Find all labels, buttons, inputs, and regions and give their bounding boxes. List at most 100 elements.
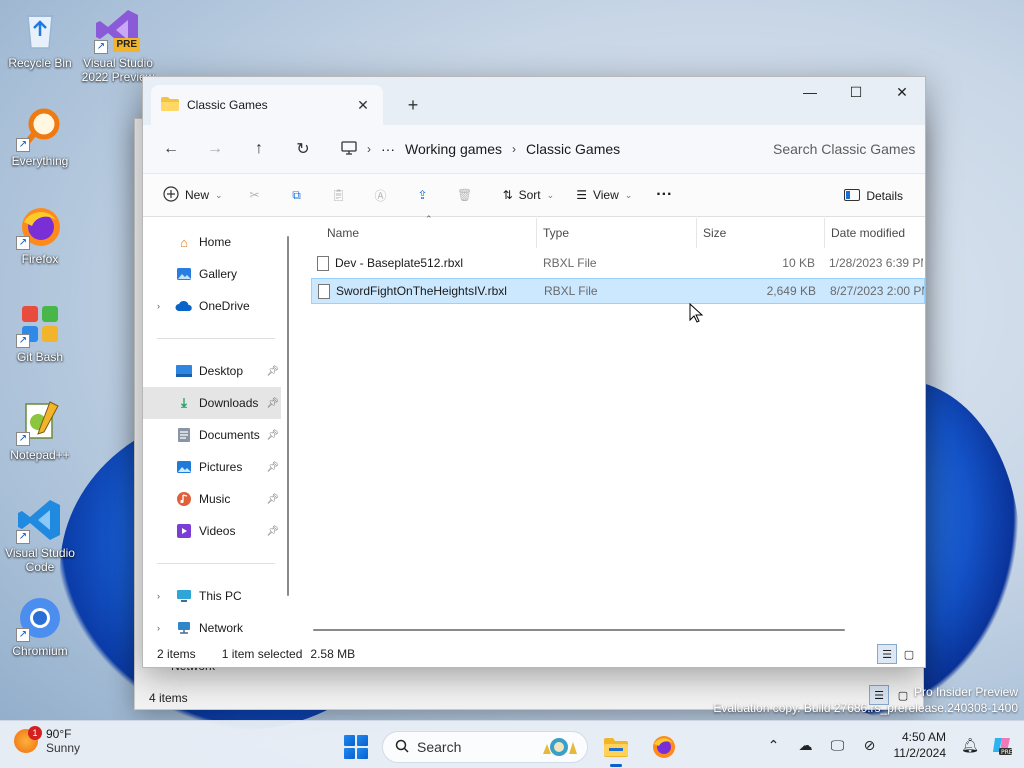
back-arrow-icon[interactable]: ← xyxy=(151,133,191,165)
chevron-right-icon: › xyxy=(367,142,371,156)
file-list: ⌃ Name Type Size Date modified Dev - Bas… xyxy=(295,214,925,641)
sidebar-item-music[interactable]: Music 📌︎ xyxy=(143,483,281,515)
search-input[interactable]: Search Classic Games xyxy=(761,133,925,165)
tab-title: Classic Games xyxy=(187,98,268,112)
up-arrow-icon[interactable]: ↑ xyxy=(239,133,279,165)
tab-classic-games[interactable]: Classic Games ✕ xyxy=(151,85,383,125)
taskbar-file-explorer[interactable] xyxy=(596,727,636,767)
desktop-icon-recycle-bin[interactable]: Recycle Bin xyxy=(2,6,78,70)
pin-icon[interactable]: 📌︎ xyxy=(266,462,279,473)
chevron-right-icon[interactable]: › xyxy=(157,623,169,633)
column-header-type[interactable]: Type xyxy=(537,218,697,248)
column-header-name[interactable]: Name xyxy=(295,218,537,248)
refresh-icon[interactable]: ↻ xyxy=(283,133,323,165)
nav-scrollbar[interactable] xyxy=(287,236,289,596)
start-button[interactable] xyxy=(338,729,374,765)
details-view-icon[interactable]: ☰ xyxy=(877,644,897,664)
desktop-icon-firefox[interactable]: ↗ Firefox xyxy=(2,202,78,266)
pin-icon[interactable]: 📌︎ xyxy=(266,366,279,377)
pin-icon[interactable]: 📌︎ xyxy=(266,398,279,409)
breadcrumb-working-games[interactable]: Working games xyxy=(405,141,502,157)
pin-icon[interactable]: 📌︎ xyxy=(266,494,279,505)
chevron-right-icon[interactable]: › xyxy=(157,301,169,311)
close-window-button[interactable]: ✕ xyxy=(879,77,925,107)
sidebar-item-home[interactable]: ⌂ Home xyxy=(143,226,281,258)
notification-bell-icon[interactable]: 🔔︎ xyxy=(956,727,984,763)
sidebar-item-onedrive[interactable]: › OneDrive xyxy=(143,290,281,322)
chevron-up-icon[interactable]: ⌃ xyxy=(760,727,788,763)
chevron-right-icon[interactable]: › xyxy=(157,591,169,601)
sort-button[interactable]: ⇅ Sort ⌄ xyxy=(495,179,563,211)
sidebar-item-pictures[interactable]: Pictures 📌︎ xyxy=(143,451,281,483)
vscode-icon: ↗ xyxy=(16,496,64,544)
new-tab-button[interactable]: + xyxy=(399,91,427,119)
sidebar-item-label: Pictures xyxy=(199,460,243,474)
more-options-button[interactable]: ··· xyxy=(646,179,682,211)
minimize-button[interactable]: — xyxy=(787,77,833,107)
sidebar-item-this-pc[interactable]: › This PC xyxy=(143,580,281,612)
new-button[interactable]: New ⌄ xyxy=(155,179,231,211)
sidebar-item-documents[interactable]: Documents 📌︎ xyxy=(143,419,281,451)
forward-arrow-icon[interactable]: → xyxy=(195,133,235,165)
computer-monitor-icon[interactable] xyxy=(341,140,357,158)
paste-icon[interactable]: 📋︎ xyxy=(321,179,357,211)
recycle-bin-icon xyxy=(16,6,64,54)
details-pane-button[interactable]: Details xyxy=(836,180,911,212)
shortcut-arrow-icon: ↗ xyxy=(16,628,30,642)
taskbar-search[interactable]: Search xyxy=(382,731,588,763)
column-header-date[interactable]: Date modified xyxy=(825,218,925,248)
more-crumbs-button[interactable]: ··· xyxy=(381,141,395,157)
rename-icon[interactable]: Ⓐ xyxy=(363,179,399,211)
nav-divider xyxy=(157,338,275,339)
desktop-icon-notepad-plus-plus[interactable]: ↗ Notepad++ xyxy=(2,398,78,462)
close-tab-icon[interactable]: ✕ xyxy=(353,95,373,115)
sort-icon: ⇅ xyxy=(502,188,513,202)
table-row[interactable]: SwordFightOnTheHeightsIV.rbxl RBXL File … xyxy=(311,278,925,304)
view-button-label: View xyxy=(592,188,619,202)
delete-icon[interactable]: 🗑︎ xyxy=(447,179,483,211)
file-size: 2,649 KB xyxy=(766,284,816,298)
desktop-icon-visual-studio[interactable]: PRE ↗ Visual Studio 2022 Preview xyxy=(80,6,156,84)
desktop-icon-vscode[interactable]: ↗ Visual Studio Code xyxy=(2,496,78,574)
desktop-icon-git-bash[interactable]: ↗ Git Bash xyxy=(2,300,78,364)
details-button-label: Details xyxy=(866,189,903,203)
table-row[interactable]: Dev - Baseplate512.rbxl RBXL File 10 KB … xyxy=(311,250,925,276)
download-arrow-icon: ⤓ xyxy=(181,395,187,410)
document-icon xyxy=(175,427,193,443)
music-note-icon xyxy=(175,491,193,507)
view-button[interactable]: ☰ View ⌄ xyxy=(568,179,640,211)
desktop-icon-everything[interactable]: ↗ Everything xyxy=(2,104,78,168)
horizontal-scrollbar[interactable] xyxy=(313,629,845,631)
desktop-icon-chromium[interactable]: ↗ Chromium xyxy=(2,594,78,658)
window-controls: — ☐ ✕ xyxy=(787,77,925,107)
video-icon xyxy=(175,523,193,539)
cut-icon[interactable]: ✂ xyxy=(237,179,273,211)
tiles-view-icon[interactable]: ▢ xyxy=(899,644,919,664)
sidebar-item-network[interactable]: › Network xyxy=(143,612,281,644)
sidebar-item-downloads[interactable]: ⤓ Downloads 📌︎ xyxy=(143,387,281,419)
network-status-icon[interactable]: ⊘ xyxy=(856,727,884,763)
sidebar-item-gallery[interactable]: Gallery xyxy=(143,258,281,290)
search-label: Search xyxy=(417,739,462,755)
breadcrumb-classic-games[interactable]: Classic Games xyxy=(526,141,620,157)
title-bar: Classic Games ✕ + — ☐ ✕ xyxy=(143,77,925,125)
chevron-down-icon: ⌄ xyxy=(624,189,633,200)
clock[interactable]: 4:50 AM 11/2/2024 xyxy=(888,729,953,761)
system-tray: ⌃ ☁︎ 🖵︎ ⊘ 4:50 AM 11/2/2024 🔔︎ PRE xyxy=(760,727,1017,763)
copy-icon[interactable]: ⧉ xyxy=(279,179,315,211)
maximize-button[interactable]: ☐ xyxy=(833,77,879,107)
onedrive-offline-icon[interactable]: ☁︎ xyxy=(792,727,820,763)
display-icon[interactable]: 🖵︎ xyxy=(824,727,852,763)
breadcrumb[interactable]: › ··· Working games › Classic Games xyxy=(333,133,733,165)
pin-icon[interactable]: 📌︎ xyxy=(266,430,279,441)
column-header-size[interactable]: Size xyxy=(697,218,825,248)
status-bar: 2 items 1 item selected 2.58 MB ☰ ▢ xyxy=(143,641,925,667)
sidebar-item-desktop[interactable]: Desktop 📌︎ xyxy=(143,355,281,387)
sidebar-item-videos[interactable]: Videos 📌︎ xyxy=(143,515,281,547)
share-icon[interactable]: ⇪ xyxy=(405,179,441,211)
weather-widget[interactable]: 1 90°F Sunny xyxy=(14,726,80,755)
copilot-icon[interactable]: PRE xyxy=(988,727,1016,763)
taskbar-firefox[interactable] xyxy=(644,727,684,767)
navigation-pane: ⌂ Home Gallery › OneDrive Desktop 📌︎ ⤓ D… xyxy=(143,218,295,641)
pin-icon[interactable]: 📌︎ xyxy=(266,526,279,537)
